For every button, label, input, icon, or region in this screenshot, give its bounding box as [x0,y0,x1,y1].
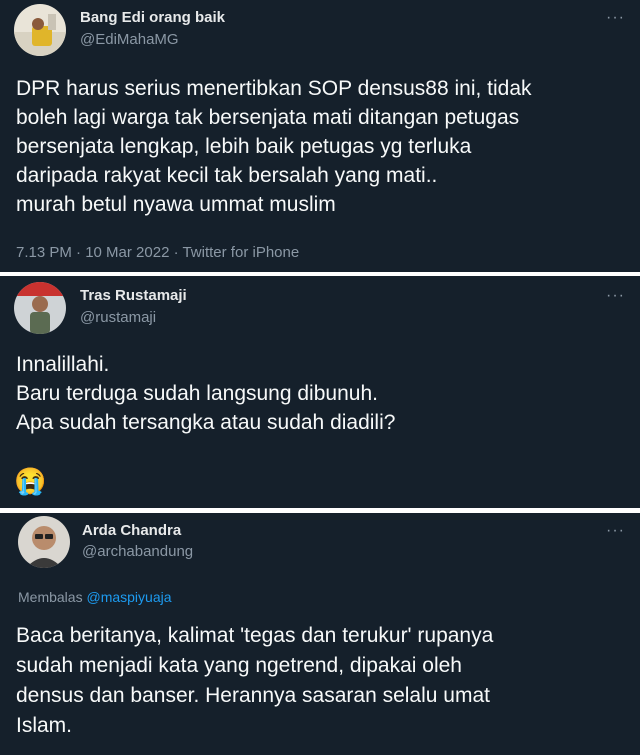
author-handle[interactable]: @archabandung [82,543,193,560]
tweet-text-line: Apa sudah tersangka atau sudah diadili? [16,411,396,434]
tweet-text: Baca beritanya, kalimat 'tegas dan teruk… [16,621,493,741]
tweet-text-line: Baca beritanya, kalimat 'tegas dan teruk… [16,624,494,647]
tweet-text-line: boleh lagi warga tak bersenjata mati dit… [16,106,520,129]
tweet-card[interactable]: Tras Rustamaji @rustamaji ··· Innalillah… [0,276,640,508]
more-horizontal-icon[interactable]: ··· [606,523,625,539]
crying-face-emoji: 😭 [14,466,47,496]
author-handle[interactable]: @rustamaji [80,309,156,326]
tweet-card[interactable]: Arda Chandra @archabandung ··· Membalas … [0,513,640,755]
reply-mention-link[interactable]: @maspiyuaja [86,589,171,605]
reply-context: Membalas @maspiyuaja [18,589,172,605]
tweet-text-line: Innalillahi. [16,353,110,376]
tweet-text-line: daripada rakyat kecil tak bersalah yang … [16,164,438,187]
tweet-text-line: DPR harus serius menertibkan SOP densus8… [16,77,532,100]
tweet-card[interactable]: Bang Edi orang baik @EdiMahaMG ··· DPR h… [0,0,640,272]
avatar[interactable] [18,516,70,568]
tweet-text-line: sudah menjadi kata yang ngetrend, dipaka… [16,654,462,677]
more-horizontal-icon[interactable]: ··· [606,288,625,304]
tweet-timestamp[interactable]: 7.13 PM · 10 Mar 2022 · Twitter for iPho… [16,244,299,261]
more-horizontal-icon[interactable]: ··· [606,10,625,26]
author-name[interactable]: Bang Edi orang baik [80,9,225,26]
tweet-text: Innalillahi. Baru terduga sudah langsung… [16,350,395,437]
tweet-text-line: densus dan banser. Herannya sasaran sela… [16,684,490,707]
avatar[interactable] [14,4,66,56]
avatar[interactable] [14,282,66,334]
author-name[interactable]: Arda Chandra [82,522,181,539]
tweet-text-line: murah betul nyawa ummat muslim [16,193,336,216]
tweet-text-line: bersenjata lengkap, lebih baik petugas y… [16,135,472,158]
tweet-text: DPR harus serius menertibkan SOP densus8… [16,74,532,219]
reply-prefix: Membalas [18,589,83,605]
author-name[interactable]: Tras Rustamaji [80,287,187,304]
author-handle[interactable]: @EdiMahaMG [80,31,179,48]
tweet-text-line: Baru terduga sudah langsung dibunuh. [16,382,378,405]
tweet-text-line: Islam. [16,714,73,737]
